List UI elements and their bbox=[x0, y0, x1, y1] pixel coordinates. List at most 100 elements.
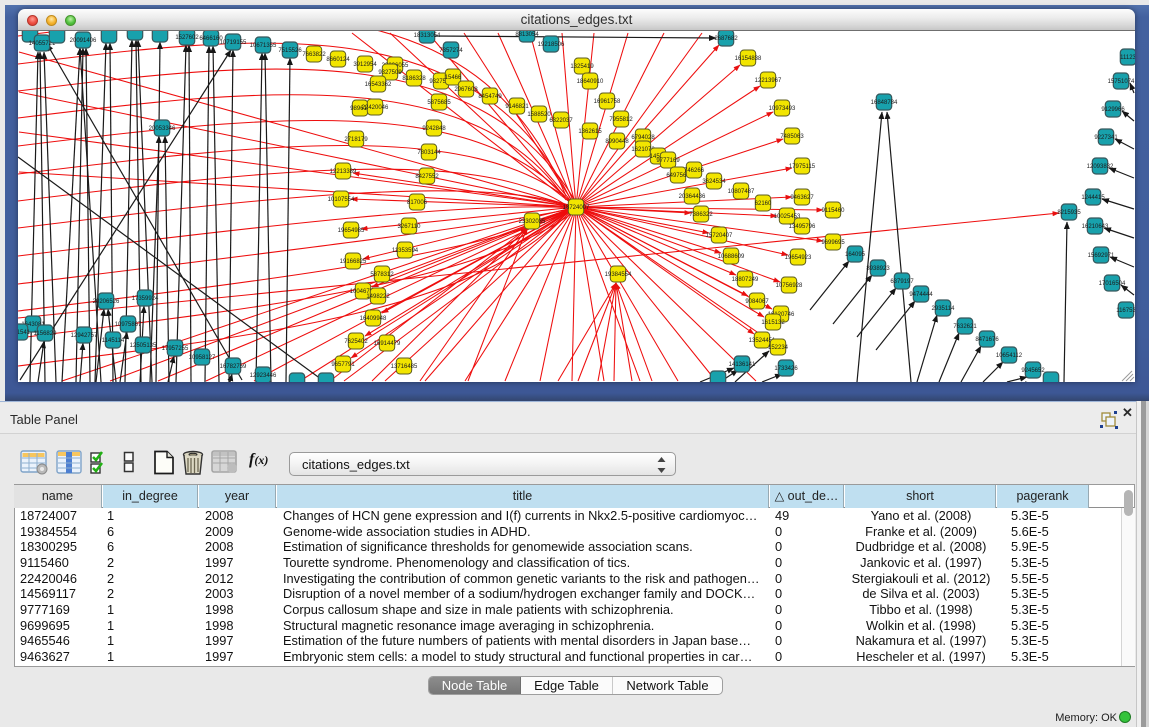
svg-text:15692971: 15692971 bbox=[1088, 253, 1115, 259]
svg-text:18807249: 18807249 bbox=[732, 277, 759, 283]
svg-text:17957255: 17957255 bbox=[162, 346, 189, 352]
svg-text:9115460: 9115460 bbox=[822, 208, 846, 214]
svg-text:8813054: 8813054 bbox=[515, 32, 539, 38]
svg-text:1588520: 1588520 bbox=[527, 112, 551, 118]
svg-text:18640910: 18640910 bbox=[577, 79, 604, 85]
svg-text:20364436: 20364436 bbox=[679, 194, 706, 200]
svg-text:817006: 817006 bbox=[407, 200, 428, 206]
svg-text:19218506: 19218506 bbox=[538, 42, 565, 48]
svg-text:18724007: 18724007 bbox=[563, 205, 590, 211]
svg-text:23302035: 23302035 bbox=[519, 219, 546, 225]
svg-text:7803144: 7803144 bbox=[417, 150, 441, 156]
svg-text:12923446: 12923446 bbox=[250, 373, 277, 379]
svg-text:10107554: 10107554 bbox=[328, 197, 355, 203]
svg-text:16848784: 16848784 bbox=[871, 100, 898, 106]
svg-text:20091406: 20091406 bbox=[70, 38, 97, 44]
svg-text:1498222: 1498222 bbox=[366, 294, 390, 300]
svg-text:2687682: 2687682 bbox=[714, 36, 738, 42]
svg-text:10671355: 10671355 bbox=[250, 43, 277, 49]
svg-text:15720407: 15720407 bbox=[706, 233, 733, 239]
svg-text:2935114: 2935114 bbox=[932, 306, 956, 312]
svg-text:16154838: 16154838 bbox=[735, 56, 762, 62]
svg-text:17359924: 17359924 bbox=[132, 296, 159, 302]
svg-text:62160: 62160 bbox=[755, 201, 772, 207]
svg-text:7386322: 7386322 bbox=[689, 212, 713, 218]
svg-text:7357274: 7357274 bbox=[439, 48, 463, 54]
svg-text:12093832: 12093832 bbox=[1087, 164, 1114, 170]
svg-text:2967608: 2967608 bbox=[454, 87, 478, 93]
svg-text:3624534: 3624534 bbox=[702, 179, 726, 185]
svg-text:12213389: 12213389 bbox=[330, 169, 357, 175]
svg-text:12505135: 12505135 bbox=[130, 343, 157, 349]
svg-text:11123: 11123 bbox=[1120, 55, 1135, 61]
svg-text:9327509: 9327509 bbox=[378, 70, 402, 76]
svg-text:1145114: 1145114 bbox=[102, 338, 125, 344]
svg-text:8427552: 8427552 bbox=[415, 174, 439, 180]
svg-text:8938923: 8938923 bbox=[866, 266, 890, 272]
svg-text:15466: 15466 bbox=[445, 75, 462, 81]
svg-text:1733426: 1733426 bbox=[774, 366, 798, 372]
svg-text:10958127: 10958127 bbox=[189, 355, 216, 361]
svg-text:10719155: 10719155 bbox=[220, 40, 247, 46]
svg-text:7663822: 7663822 bbox=[302, 52, 326, 58]
svg-text:3912954: 3912954 bbox=[353, 62, 377, 68]
svg-text:391541: 391541 bbox=[18, 330, 31, 336]
svg-text:1362615: 1362615 bbox=[578, 129, 602, 135]
svg-text:1325419: 1325419 bbox=[570, 64, 594, 70]
svg-text:16543362: 16543362 bbox=[365, 82, 392, 88]
svg-text:19384554: 19384554 bbox=[605, 272, 632, 278]
svg-text:6794028: 6794028 bbox=[631, 135, 655, 141]
svg-text:13495796: 13495796 bbox=[789, 224, 816, 230]
svg-text:16409948: 16409948 bbox=[360, 316, 387, 322]
svg-text:16961758: 16961758 bbox=[594, 99, 621, 105]
svg-text:8471676: 8471676 bbox=[975, 337, 999, 343]
svg-text:5875685: 5875685 bbox=[427, 100, 451, 106]
svg-text:7485063: 7485063 bbox=[780, 134, 804, 140]
svg-text:1156829: 1156829 bbox=[34, 331, 58, 337]
svg-text:19654985: 19654985 bbox=[338, 228, 365, 234]
svg-text:164095: 164095 bbox=[845, 252, 866, 258]
svg-text:2718179: 2718179 bbox=[344, 137, 368, 143]
svg-text:16782759: 16782759 bbox=[220, 364, 247, 370]
svg-text:9146821: 9146821 bbox=[505, 104, 529, 110]
svg-text:15751074: 15751074 bbox=[1108, 79, 1135, 85]
svg-text:9657791: 9657791 bbox=[331, 362, 355, 368]
svg-text:5878312: 5878312 bbox=[370, 272, 394, 278]
svg-text:9129966: 9129966 bbox=[1101, 107, 1125, 113]
svg-text:7625402: 7625402 bbox=[344, 339, 368, 345]
svg-text:10654112: 10654112 bbox=[996, 353, 1023, 359]
svg-text:9227341: 9227341 bbox=[1094, 135, 1118, 141]
svg-text:11353594: 11353594 bbox=[392, 248, 419, 254]
svg-text:9474444: 9474444 bbox=[909, 292, 933, 298]
svg-text:18313054: 18313054 bbox=[414, 33, 441, 39]
svg-text:6379197: 6379197 bbox=[890, 279, 914, 285]
svg-text:746266: 746266 bbox=[684, 168, 705, 174]
svg-text:20206526: 20206526 bbox=[93, 299, 120, 305]
svg-text:3267110: 3267110 bbox=[398, 224, 422, 230]
svg-text:22420046: 22420046 bbox=[362, 105, 389, 111]
svg-text:152234: 152234 bbox=[768, 345, 789, 351]
svg-text:7632621: 7632621 bbox=[953, 324, 977, 330]
svg-text:6322037: 6322037 bbox=[549, 118, 573, 124]
svg-text:8186328: 8186328 bbox=[402, 76, 426, 82]
svg-text:16210643: 16210643 bbox=[1082, 224, 1109, 230]
svg-text:20053346: 20053346 bbox=[149, 126, 176, 132]
svg-text:12213967: 12213967 bbox=[755, 78, 782, 84]
svg-text:9242848: 9242848 bbox=[422, 126, 446, 132]
svg-text:1615132: 1615132 bbox=[761, 320, 785, 326]
svg-text:19166825: 19166825 bbox=[340, 259, 367, 265]
svg-text:17016504: 17016504 bbox=[1099, 281, 1126, 287]
svg-text:9245652: 9245652 bbox=[1021, 368, 1045, 374]
svg-text:9084067: 9084067 bbox=[745, 299, 769, 305]
svg-text:7515526: 7515526 bbox=[278, 48, 302, 54]
svg-text:12942757: 12942757 bbox=[71, 333, 98, 339]
svg-text:10807487: 10807487 bbox=[728, 189, 755, 195]
svg-text:1244415: 1244415 bbox=[1081, 195, 1105, 201]
svg-text:9699695: 9699695 bbox=[821, 240, 845, 246]
svg-text:10975867: 10975867 bbox=[115, 322, 142, 328]
svg-text:9777169: 9777169 bbox=[656, 158, 680, 164]
svg-text:9463627: 9463627 bbox=[790, 195, 814, 201]
svg-text:10973493: 10973493 bbox=[769, 106, 796, 112]
svg-text:116753: 116753 bbox=[1116, 308, 1135, 314]
svg-text:17975115: 17975115 bbox=[789, 164, 816, 170]
